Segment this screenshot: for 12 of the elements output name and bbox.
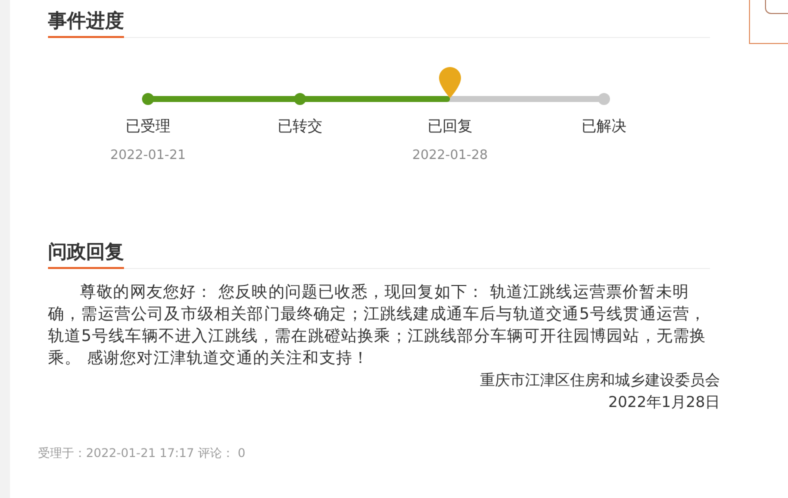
step-label: 已转交 bbox=[278, 117, 322, 136]
section-title: 事件进度 bbox=[48, 10, 124, 38]
meta-text: 受理于：2022-01-21 17:17 评论： 0 bbox=[38, 446, 246, 460]
section-title: 问政回复 bbox=[48, 241, 124, 269]
step-date: 2022-01-28 bbox=[412, 148, 488, 163]
reply-date: 2022年1月28日 bbox=[608, 393, 720, 411]
step-label: 已回复 bbox=[428, 117, 472, 136]
step-label: 已解决 bbox=[582, 117, 626, 136]
reply-text: 尊敬的网友您好： 您反映的问题已收悉，现回复如下： 轨道江跳线运营票价暂未明确，需运营公司及市级相关部门最终确定；江跳线建成通车后与轨道交通5号线贯通运营，轨道5号线车辆不进入江跳线，需在跳磴站换乘；江跳线部分车辆可开往园博园站，无需换乘。 感谢您对江津轨道交通的关注和支持！ bbox=[48, 281, 708, 369]
step-date: 2022-01-21 bbox=[110, 148, 186, 163]
signature: 重庆市江津区住房和城乡建设委员会 bbox=[480, 371, 720, 389]
step-label: 已受理 bbox=[126, 117, 170, 136]
